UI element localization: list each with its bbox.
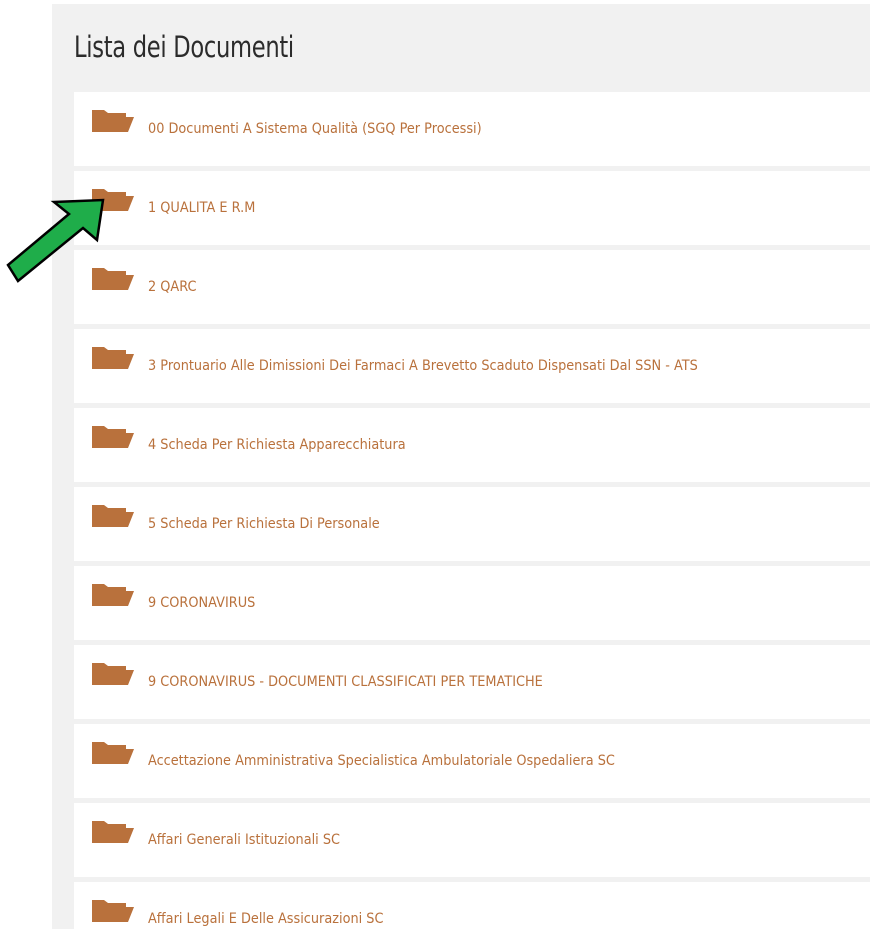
document-link[interactable]: 9 CORONAVIRUS - DOCUMENTI CLASSIFICATI P… [148, 674, 543, 690]
folder-open-icon [92, 189, 134, 211]
document-list: 00 Documenti A Sistema Qualità (SGQ Per … [74, 92, 870, 929]
page-title: Lista dei Documenti [74, 30, 294, 64]
document-link[interactable]: 2 QARC [148, 279, 197, 295]
folder-open-icon [92, 110, 134, 132]
list-item[interactable]: 9 CORONAVIRUS [74, 566, 870, 640]
list-item[interactable]: Affari Generali Istituzionali SC [74, 803, 870, 877]
document-link[interactable]: 9 CORONAVIRUS [148, 595, 255, 611]
document-link[interactable]: 1 QUALITA E R.M [148, 200, 255, 216]
document-link[interactable]: Affari Legali E Delle Assicurazioni SC [148, 911, 383, 927]
folder-open-icon [92, 426, 134, 448]
list-item[interactable]: 00 Documenti A Sistema Qualità (SGQ Per … [74, 92, 870, 166]
folder-open-icon [92, 742, 134, 764]
document-link[interactable]: 5 Scheda Per Richiesta Di Personale [148, 516, 380, 532]
list-item[interactable]: Accettazione Amministrativa Specialistic… [74, 724, 870, 798]
list-item[interactable]: 2 QARC [74, 250, 870, 324]
folder-open-icon [92, 584, 134, 606]
document-list-panel: Lista dei Documenti 00 Documenti A Siste… [52, 4, 870, 929]
list-item[interactable]: 1 QUALITA E R.M [74, 171, 870, 245]
folder-open-icon [92, 347, 134, 369]
document-link[interactable]: Affari Generali Istituzionali SC [148, 832, 340, 848]
list-item[interactable]: 5 Scheda Per Richiesta Di Personale [74, 487, 870, 561]
document-link[interactable]: 3 Prontuario Alle Dimissioni Dei Farmaci… [148, 358, 698, 374]
folder-open-icon [92, 268, 134, 290]
folder-open-icon [92, 505, 134, 527]
folder-open-icon [92, 821, 134, 843]
list-item[interactable]: 3 Prontuario Alle Dimissioni Dei Farmaci… [74, 329, 870, 403]
list-item[interactable]: Affari Legali E Delle Assicurazioni SC [74, 882, 870, 929]
folder-open-icon [92, 663, 134, 685]
list-item[interactable]: 9 CORONAVIRUS - DOCUMENTI CLASSIFICATI P… [74, 645, 870, 719]
document-link[interactable]: 4 Scheda Per Richiesta Apparecchiatura [148, 437, 406, 453]
list-item[interactable]: 4 Scheda Per Richiesta Apparecchiatura [74, 408, 870, 482]
folder-open-icon [92, 900, 134, 922]
document-link[interactable]: Accettazione Amministrativa Specialistic… [148, 753, 615, 769]
document-link[interactable]: 00 Documenti A Sistema Qualità (SGQ Per … [148, 121, 482, 137]
